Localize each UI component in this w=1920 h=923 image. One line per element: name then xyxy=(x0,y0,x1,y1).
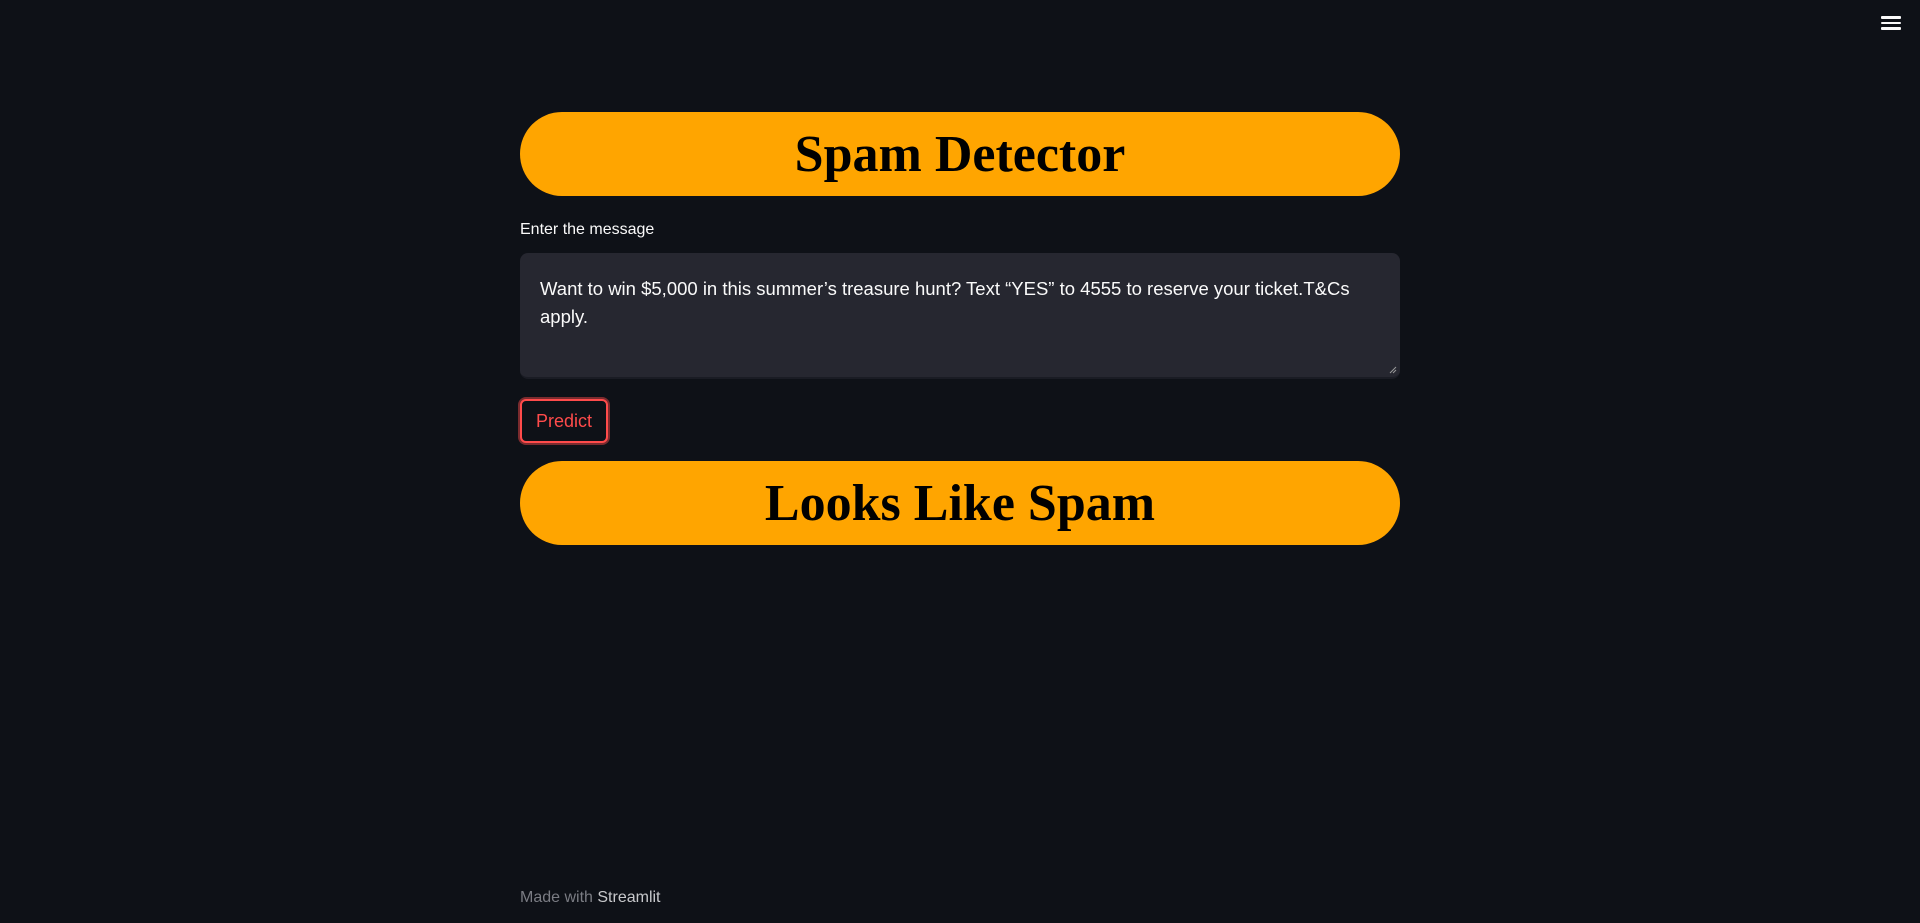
footer-brand-link[interactable]: Streamlit xyxy=(597,889,660,906)
menu-line xyxy=(1881,16,1901,19)
title-banner: Spam Detector xyxy=(520,112,1400,196)
menu-line xyxy=(1881,27,1901,30)
main-content: Spam Detector Enter the message Want to … xyxy=(520,112,1400,545)
message-textarea[interactable]: Want to win $5,000 in this summer’s trea… xyxy=(520,253,1400,379)
message-textarea-value[interactable]: Want to win $5,000 in this summer’s trea… xyxy=(520,253,1400,353)
menu-line xyxy=(1881,21,1901,25)
message-input-label: Enter the message xyxy=(520,221,655,238)
result-text: Looks Like Spam xyxy=(764,474,1156,532)
page-title: Spam Detector xyxy=(794,125,1126,183)
footer-prefix: Made with xyxy=(520,889,593,906)
result-banner: Looks Like Spam xyxy=(520,461,1400,545)
footer: Made with Streamlit xyxy=(520,889,661,907)
hamburger-menu-icon[interactable] xyxy=(1876,12,1906,34)
predict-button[interactable]: Predict xyxy=(520,399,609,443)
resize-handle-icon[interactable] xyxy=(1389,366,1397,374)
